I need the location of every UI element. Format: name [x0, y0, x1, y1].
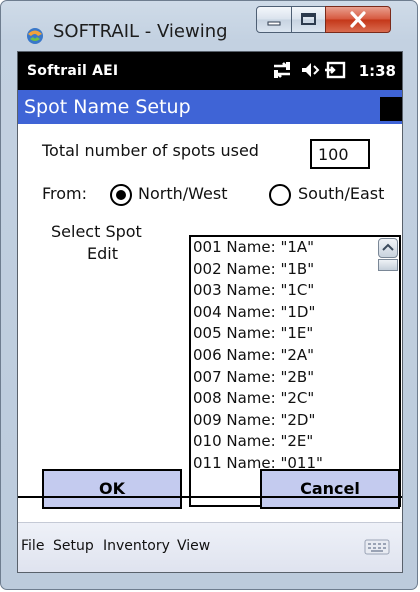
- minimize-icon: [267, 21, 281, 26]
- chevron-up-icon: [382, 243, 394, 251]
- menu-inventory[interactable]: Inventory: [103, 538, 170, 554]
- list-item[interactable]: 005 Name: "1E": [191, 323, 376, 345]
- radio-south-east-label[interactable]: South/East: [298, 184, 384, 203]
- ok-button[interactable]: OK: [42, 469, 182, 509]
- radio-north-west-label[interactable]: North/West: [138, 184, 227, 203]
- volume-icon: [302, 63, 320, 77]
- close-button[interactable]: [325, 6, 391, 33]
- list-item[interactable]: 008 Name: "2C": [191, 388, 376, 410]
- keyboard-icon[interactable]: [364, 538, 390, 556]
- radio-south-east[interactable]: [269, 184, 291, 206]
- total-spots-input[interactable]: [310, 139, 370, 169]
- list-item[interactable]: 004 Name: "1D": [191, 302, 376, 324]
- from-label: From:: [42, 184, 88, 203]
- select-spot-label: Select Spot: [51, 222, 142, 241]
- menu-bar: File Setup Inventory View: [18, 522, 402, 572]
- menu-setup[interactable]: Setup: [53, 538, 94, 554]
- device-screen: Softrail AEI 1:38 Spot Name Setup Total …: [17, 51, 403, 573]
- radio-north-west[interactable]: [110, 184, 132, 206]
- list-item[interactable]: 002 Name: "1B": [191, 259, 376, 281]
- scroll-thumb[interactable]: [378, 259, 398, 271]
- emulator-window: SOFTRAIL - Viewing Softrail AEI 1:38 Spo…: [0, 0, 418, 590]
- scroll-up-button[interactable]: [378, 238, 398, 258]
- window-title: SOFTRAIL - Viewing: [53, 21, 228, 42]
- list-item[interactable]: 003 Name: "1C": [191, 280, 376, 302]
- menu-file[interactable]: File: [21, 538, 44, 554]
- page-title: Spot Name Setup: [24, 96, 191, 118]
- list-item[interactable]: 009 Name: "2D": [191, 410, 376, 432]
- list-item[interactable]: 001 Name: "1A": [191, 237, 376, 259]
- spot-list: 001 Name: "1A" 002 Name: "1B" 003 Name: …: [191, 237, 376, 475]
- cancel-button[interactable]: Cancel: [260, 469, 400, 509]
- spot-listbox[interactable]: 001 Name: "1A" 002 Name: "1B" 003 Name: …: [189, 235, 401, 507]
- list-item[interactable]: 007 Name: "2B": [191, 367, 376, 389]
- edit-label: Edit: [87, 244, 118, 263]
- window-titlebar[interactable]: SOFTRAIL - Viewing: [1, 1, 417, 51]
- header-indicator: [380, 97, 402, 121]
- radio-selected-dot: [116, 190, 126, 200]
- status-clock: 1:38: [358, 62, 396, 80]
- list-item[interactable]: 006 Name: "2A": [191, 345, 376, 367]
- maximize-button[interactable]: [291, 6, 326, 33]
- menu-view[interactable]: View: [177, 538, 210, 554]
- total-spots-label: Total number of spots used: [42, 141, 259, 160]
- divider: [18, 496, 402, 498]
- page-header: Spot Name Setup: [18, 90, 402, 124]
- close-icon: [350, 11, 366, 28]
- maximize-icon: [301, 13, 316, 25]
- list-item[interactable]: 010 Name: "2E": [191, 431, 376, 453]
- list-scrollbar[interactable]: [377, 237, 399, 505]
- minimize-button[interactable]: [256, 6, 292, 33]
- battery-icon: [325, 61, 346, 79]
- connectivity-icon: [274, 62, 290, 78]
- status-app-name: Softrail AEI: [27, 63, 119, 79]
- status-bar: Softrail AEI 1:38: [18, 52, 402, 90]
- app-logo-icon: [27, 28, 43, 44]
